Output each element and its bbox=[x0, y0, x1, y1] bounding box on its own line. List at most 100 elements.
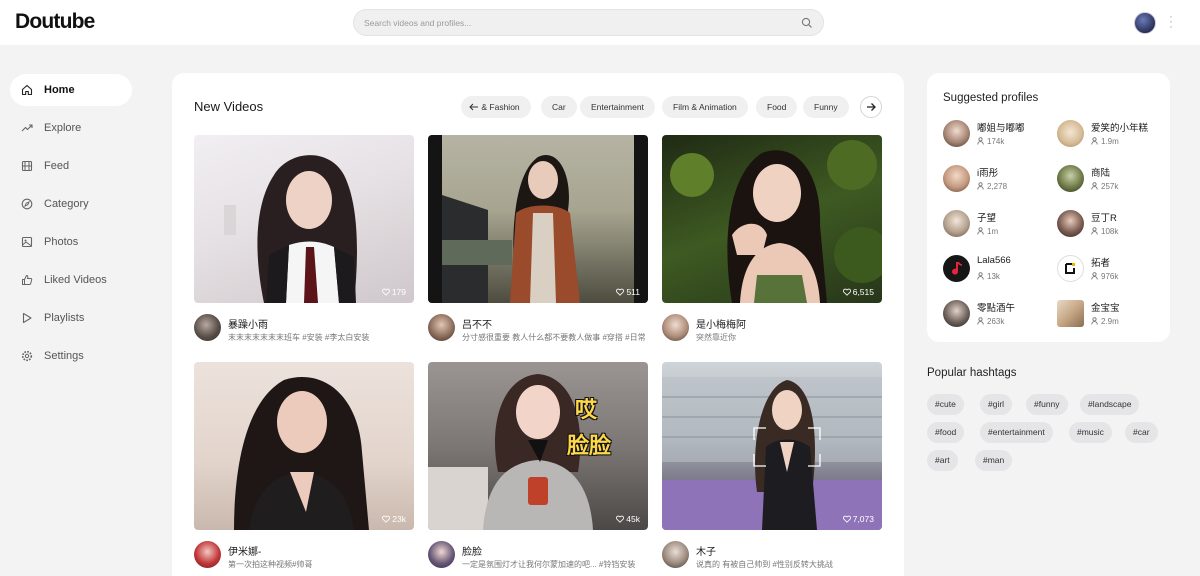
hashtag-chip[interactable]: #girl bbox=[980, 394, 1013, 415]
sidebar-item-label: Liked Videos bbox=[44, 274, 107, 286]
video-author[interactable]: 吕不不 bbox=[462, 316, 492, 331]
hashtag-chip[interactable]: #car bbox=[1125, 422, 1158, 443]
video-description: 末末末末末末末班车 #安装 #李太白安装 bbox=[228, 333, 370, 342]
heart-icon bbox=[842, 288, 851, 296]
category-chip-funny[interactable]: Funny bbox=[803, 96, 849, 118]
thumbnail-illustration bbox=[224, 155, 357, 303]
hashtag-chip[interactable]: #man bbox=[975, 450, 1013, 471]
sidebar-item-explore[interactable]: Explore bbox=[10, 112, 132, 144]
sidebar-item-home[interactable]: Home bbox=[10, 74, 132, 106]
avatar[interactable] bbox=[194, 314, 221, 341]
hashtag-chip[interactable]: #food bbox=[927, 422, 965, 443]
avatar[interactable] bbox=[943, 210, 970, 237]
sidebar-item-label: Playlists bbox=[44, 312, 85, 324]
hashtag-chip[interactable]: #music bbox=[1069, 422, 1112, 443]
follower-count: 1m bbox=[977, 227, 998, 236]
profile-item[interactable]: 零點酒午 263k bbox=[943, 297, 1053, 329]
search-bar[interactable] bbox=[353, 9, 824, 36]
hashtag-chip[interactable]: #entertainment bbox=[980, 422, 1053, 443]
search-input[interactable] bbox=[364, 15, 784, 31]
avatar[interactable] bbox=[1057, 300, 1084, 327]
avatar[interactable] bbox=[662, 314, 689, 341]
profile-item[interactable]: Lala566 13k bbox=[943, 252, 1053, 284]
avatar[interactable] bbox=[943, 300, 970, 327]
avatar[interactable] bbox=[1057, 165, 1084, 192]
hashtag-chip[interactable]: #landscape bbox=[1080, 394, 1140, 415]
category-chip-food[interactable]: Food bbox=[756, 96, 798, 118]
video-description: 一定是氛围灯才让我何尔蒙加速的吧... #铃铛安装 bbox=[462, 560, 636, 569]
top-header: Doutube ··· bbox=[0, 0, 1200, 45]
sidebar-item-liked-videos[interactable]: Liked Videos bbox=[10, 264, 132, 296]
video-description: 说真的 有被自己帅到 #性别反转大挑战 bbox=[696, 560, 833, 569]
video-author[interactable]: 脸脸 bbox=[462, 543, 482, 558]
chips-next-button[interactable] bbox=[860, 96, 882, 118]
video-thumbnail[interactable]: 哎 脸脸 45k bbox=[428, 362, 648, 530]
category-chip-film-animation[interactable]: Film & Animation bbox=[662, 96, 748, 118]
user-icon bbox=[977, 182, 984, 190]
avatar[interactable] bbox=[428, 314, 455, 341]
profile-name[interactable]: i雨彤 bbox=[977, 165, 998, 179]
video-author[interactable]: 暴躁小雨 bbox=[228, 316, 268, 331]
category-chip-car[interactable]: Car bbox=[541, 96, 577, 118]
profile-item[interactable]: i雨彤 2,278 bbox=[943, 162, 1053, 194]
avatar[interactable] bbox=[428, 541, 455, 568]
avatar[interactable] bbox=[1057, 255, 1084, 282]
video-author[interactable]: 木子 bbox=[696, 543, 716, 558]
avatar[interactable] bbox=[943, 120, 970, 147]
video-thumbnail[interactable]: 7,073 bbox=[662, 362, 882, 530]
profile-name[interactable]: 商陆 bbox=[1091, 165, 1110, 179]
follower-count: 1.9m bbox=[1091, 137, 1119, 146]
profile-name[interactable]: 子望 bbox=[977, 210, 996, 224]
avatar[interactable] bbox=[1057, 120, 1084, 147]
likes-count: 7,073 bbox=[842, 514, 874, 524]
profile-item[interactable]: 嘟姐与嘟嘟 174k bbox=[943, 117, 1053, 149]
profile-name[interactable]: 金宝宝 bbox=[1091, 300, 1120, 314]
user-icon bbox=[1091, 317, 1098, 325]
hashtag-chip[interactable]: #art bbox=[927, 450, 958, 471]
hashtag-chip[interactable]: #cute bbox=[927, 394, 964, 415]
profile-name[interactable]: 零點酒午 bbox=[977, 300, 1015, 314]
video-thumbnail[interactable]: 23k bbox=[194, 362, 414, 530]
video-author[interactable]: 伊米娜- bbox=[228, 543, 261, 558]
app-logo[interactable]: Doutube bbox=[15, 10, 95, 34]
video-thumbnail[interactable]: 179 bbox=[194, 135, 414, 303]
avatar[interactable] bbox=[194, 541, 221, 568]
profile-item[interactable]: 爱笑的小年糕 1.9m bbox=[1057, 117, 1167, 149]
avatar[interactable] bbox=[943, 255, 970, 282]
profile-name[interactable]: 豆丁R bbox=[1091, 210, 1117, 224]
follower-count: 2,278 bbox=[977, 182, 1007, 191]
sidebar-nav: Home Explore Feed Category Photos Liked … bbox=[0, 45, 150, 576]
sidebar-item-photos[interactable]: Photos bbox=[10, 226, 132, 258]
avatar[interactable] bbox=[662, 541, 689, 568]
avatar[interactable] bbox=[1057, 210, 1084, 237]
user-icon bbox=[1091, 272, 1098, 280]
category-chip-fashion[interactable]: & Fashion bbox=[461, 96, 531, 118]
sidebar-item-playlists[interactable]: Playlists bbox=[10, 302, 132, 334]
profile-item[interactable]: 子望 1m bbox=[943, 207, 1053, 239]
user-icon bbox=[1091, 227, 1098, 235]
hashtag-chip[interactable]: #funny bbox=[1026, 394, 1068, 415]
profile-item[interactable]: 拓者 976k bbox=[1057, 252, 1167, 284]
more-options-icon[interactable]: · · · bbox=[1166, 12, 1176, 33]
follower-count: 174k bbox=[977, 137, 1004, 146]
thumbnail-illustration bbox=[662, 377, 882, 530]
video-thumbnail[interactable]: 6,515 bbox=[662, 135, 882, 303]
video-thumbnail[interactable]: 511 bbox=[428, 135, 648, 303]
sidebar-item-category[interactable]: Category bbox=[10, 188, 132, 220]
sidebar-item-settings[interactable]: Settings bbox=[10, 340, 132, 372]
new-videos-panel: New Videos & Fashion Car Entertainment F… bbox=[172, 73, 904, 576]
avatar[interactable] bbox=[943, 165, 970, 192]
profile-item[interactable]: 豆丁R 108k bbox=[1057, 207, 1167, 239]
profile-name[interactable]: 拓者 bbox=[1091, 255, 1110, 269]
profile-name[interactable]: 爱笑的小年糕 bbox=[1091, 120, 1148, 134]
profile-name[interactable]: Lala566 bbox=[977, 255, 1011, 266]
back-arrow-icon bbox=[469, 103, 478, 111]
profile-item[interactable]: 商陆 257k bbox=[1057, 162, 1167, 194]
profile-item[interactable]: 金宝宝 2.9m bbox=[1057, 297, 1167, 329]
category-chip-entertainment[interactable]: Entertainment bbox=[580, 96, 655, 118]
video-author[interactable]: 是小梅梅阿 bbox=[696, 316, 746, 331]
user-avatar[interactable] bbox=[1134, 12, 1156, 34]
profile-name[interactable]: 嘟姐与嘟嘟 bbox=[977, 120, 1025, 134]
sidebar-item-feed[interactable]: Feed bbox=[10, 150, 132, 182]
search-icon[interactable] bbox=[801, 17, 813, 29]
